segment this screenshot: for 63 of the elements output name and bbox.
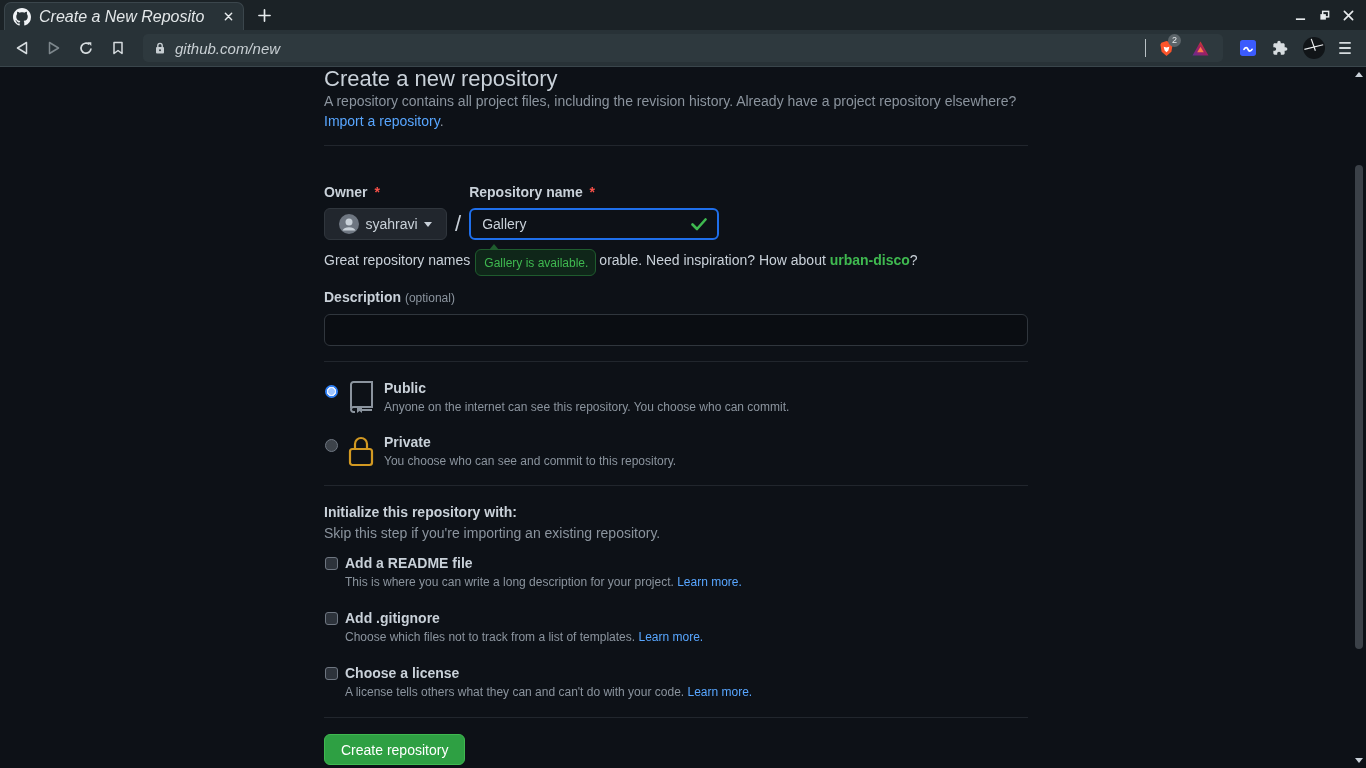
radio-button[interactable] <box>325 385 338 398</box>
puzzle-icon[interactable] <box>1272 40 1288 56</box>
bookmark-icon[interactable] <box>111 41 125 55</box>
owner-dropdown[interactable]: syahravi <box>324 208 447 240</box>
radio-button[interactable] <box>325 439 338 452</box>
path-separator: / <box>454 210 463 238</box>
lock-icon <box>348 435 374 467</box>
section-title: Initialize this repository with: <box>324 503 517 522</box>
book-icon <box>348 381 374 413</box>
scroll-down-icon[interactable] <box>1355 758 1363 763</box>
availability-tooltip: Gallery is available. <box>475 244 597 276</box>
reload-icon[interactable] <box>79 41 93 55</box>
option-label: Choose a license <box>345 664 460 683</box>
lock-icon <box>155 42 165 54</box>
option-description: Anyone on the internet can see this repository. You choose who can commit. <box>384 399 790 416</box>
option-label: Public <box>384 379 426 398</box>
close-icon[interactable] <box>224 12 233 21</box>
browser-tab[interactable]: Create a New Reposito <box>4 2 244 30</box>
restore-icon[interactable] <box>1319 10 1330 21</box>
learn-more-link[interactable]: Learn more. <box>677 575 742 589</box>
option-description: A license tells others what they can and can't do with your code. Learn more. <box>345 684 753 701</box>
option-description: You choose who can see and commit to this repository. <box>384 453 677 470</box>
repository-name-field[interactable]: Gallery <box>469 208 720 240</box>
menu-icon[interactable] <box>1337 40 1353 56</box>
required-mark: * <box>589 184 596 200</box>
option-label: Add a README file <box>345 554 473 573</box>
checkbox[interactable] <box>325 612 338 625</box>
learn-more-link[interactable]: Learn more. <box>687 685 753 699</box>
section-subtitle: Skip this step if you're importing an existing repository. <box>324 524 661 543</box>
option-label: Add .gitignore <box>345 609 440 628</box>
description-field[interactable] <box>324 314 1028 346</box>
shield-icon[interactable] <box>1159 39 1174 57</box>
back-icon[interactable] <box>15 41 29 55</box>
intro-text: A repository contains all project files, including the revision history. Already have a project repository elsewhere? Import a repository. <box>324 92 1017 131</box>
address-bar[interactable]: github.com/new 2 <box>143 34 1223 62</box>
count-badge: 2 <box>1168 33 1181 47</box>
name-hint: Great repository names <box>324 251 471 270</box>
field-label: Owner <box>324 184 368 200</box>
profile-icon[interactable] <box>1303 37 1325 59</box>
optional-note: (optional) <box>404 291 455 305</box>
scrollbar-thumb[interactable] <box>1355 165 1363 649</box>
import-link[interactable]: Import a repository <box>324 113 440 129</box>
cat-logo-icon <box>13 7 31 26</box>
learn-more-link[interactable]: Learn more. <box>638 630 704 644</box>
forward-icon[interactable] <box>47 41 61 55</box>
option-label: Private <box>384 433 431 452</box>
new-tab-icon[interactable] <box>258 9 271 22</box>
checkbox[interactable] <box>325 667 338 680</box>
suggested-name[interactable]: urban-disco <box>829 252 910 268</box>
option-description: This is where you can write a long description for your project. Learn more. <box>345 574 742 591</box>
name-hint: orable. Need inspiration? How about urban-disco? <box>599 251 918 270</box>
triangle-icon[interactable] <box>1192 40 1209 56</box>
page-title: Create a new repository <box>324 67 558 91</box>
caret-icon <box>423 221 432 227</box>
scroll-up-icon[interactable] <box>1355 72 1363 77</box>
checkbox[interactable] <box>325 557 338 570</box>
required-mark: * <box>374 184 380 200</box>
close-icon[interactable] <box>1343 10 1354 21</box>
option-description: Choose which files not to track from a list of templates. Learn more. <box>345 629 704 646</box>
field-label: Description <box>324 289 401 305</box>
field-label: Repository name <box>469 184 583 200</box>
avatar <box>339 214 360 234</box>
wave-icon[interactable] <box>1240 40 1256 56</box>
